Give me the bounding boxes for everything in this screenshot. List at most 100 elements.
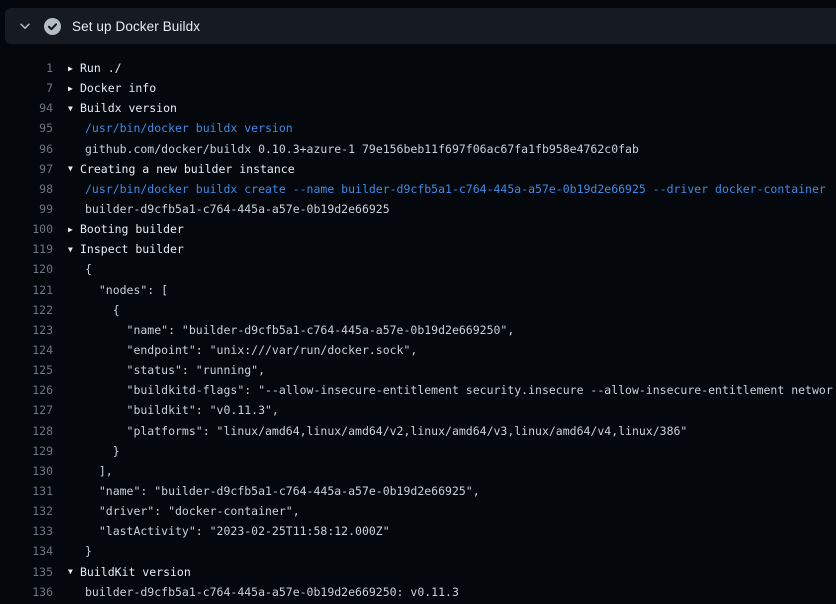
line-number[interactable]: 119: [0, 242, 53, 256]
log-line: 100 ▶ Booting builder: [0, 219, 836, 239]
log-line-content: "platforms": "linux/amd64,linux/amd64/v2…: [53, 424, 687, 438]
log-text: "name": "builder-d9cfb5a1-c764-445a-a57e…: [85, 323, 514, 337]
log-line-content: "lastActivity": "2023-02-25T11:58:12.000…: [53, 524, 390, 538]
log-text: "driver": "docker-container",: [85, 504, 300, 518]
log-text[interactable]: Buildx version: [80, 101, 177, 115]
line-number[interactable]: 97: [0, 162, 53, 176]
log-text[interactable]: BuildKit version: [80, 565, 191, 579]
line-number[interactable]: 130: [0, 464, 53, 478]
line-number[interactable]: 121: [0, 283, 53, 297]
check-circle-icon: [44, 18, 61, 35]
log-text[interactable]: Run ./: [80, 61, 122, 75]
group-collapsed-icon[interactable]: ▶: [68, 225, 80, 234]
log-line-content: "buildkitd-flags": "--allow-insecure-ent…: [53, 383, 833, 397]
log-text: ],: [85, 464, 113, 478]
group-expanded-icon[interactable]: ▼: [68, 567, 80, 576]
line-number[interactable]: 99: [0, 202, 53, 216]
log-line-content: "nodes": [: [53, 283, 168, 297]
log-text[interactable]: Docker info: [80, 81, 156, 95]
log-line: 123 "name": "builder-d9cfb5a1-c764-445a-…: [0, 320, 836, 340]
log-line-content: builder-d9cfb5a1-c764-445a-a57e-0b19d2e6…: [53, 202, 390, 216]
log-line-content: {: [53, 303, 120, 317]
log-line-content: {: [53, 262, 92, 276]
log-line: 133 "lastActivity": "2023-02-25T11:58:12…: [0, 521, 836, 541]
log-text[interactable]: Booting builder: [80, 222, 184, 236]
line-number[interactable]: 132: [0, 504, 53, 518]
log-line: 135 ▼ BuildKit version: [0, 562, 836, 582]
log-text: "endpoint": "unix:///var/run/docker.sock…: [85, 343, 417, 357]
log-line-content: ▼ Creating a new builder instance: [53, 162, 295, 176]
line-number[interactable]: 135: [0, 565, 53, 579]
group-collapsed-icon[interactable]: ▶: [68, 64, 80, 73]
log-line-content: "name": "builder-d9cfb5a1-c764-445a-a57e…: [53, 484, 480, 498]
log-line: 95 /usr/bin/docker buildx version: [0, 118, 836, 138]
log-line-content: }: [53, 544, 92, 558]
line-number[interactable]: 134: [0, 544, 53, 558]
log-line: 122 {: [0, 300, 836, 320]
log-line: 99 builder-d9cfb5a1-c764-445a-a57e-0b19d…: [0, 199, 836, 219]
log-text[interactable]: Creating a new builder instance: [80, 162, 295, 176]
line-number[interactable]: 1: [0, 61, 53, 75]
line-number[interactable]: 94: [0, 101, 53, 115]
chevron-down-icon[interactable]: [15, 16, 35, 36]
log-text: builder-d9cfb5a1-c764-445a-a57e-0b19d2e6…: [85, 202, 390, 216]
log-line: 134 }: [0, 541, 836, 561]
log-line: 124 "endpoint": "unix:///var/run/docker.…: [0, 340, 836, 360]
line-number[interactable]: 98: [0, 182, 53, 196]
log-line: 96 github.com/docker/buildx 0.10.3+azure…: [0, 139, 836, 159]
log-line-content: builder-d9cfb5a1-c764-445a-a57e-0b19d2e6…: [53, 585, 459, 599]
line-number[interactable]: 131: [0, 484, 53, 498]
line-number[interactable]: 120: [0, 262, 53, 276]
log-line: 126 "buildkitd-flags": "--allow-insecure…: [0, 380, 836, 400]
line-number[interactable]: 136: [0, 585, 53, 599]
log-text: builder-d9cfb5a1-c764-445a-a57e-0b19d2e6…: [85, 585, 459, 599]
log-line-content: "status": "running",: [53, 363, 265, 377]
log-text: "buildkit": "v0.11.3",: [85, 403, 279, 417]
log-text: "buildkitd-flags": "--allow-insecure-ent…: [85, 383, 833, 397]
step-header[interactable]: Set up Docker Buildx: [5, 8, 836, 44]
line-number[interactable]: 129: [0, 444, 53, 458]
log-console[interactable]: 1 ▶ Run ./ 7 ▶ Docker info 94 ▼ Buildx v…: [0, 44, 836, 604]
log-line: 129 }: [0, 441, 836, 461]
log-text: "name": "builder-d9cfb5a1-c764-445a-a57e…: [85, 484, 480, 498]
line-number[interactable]: 133: [0, 524, 53, 538]
line-number[interactable]: 126: [0, 383, 53, 397]
log-line-content: "endpoint": "unix:///var/run/docker.sock…: [53, 343, 417, 357]
log-line-content: ▶ Docker info: [53, 81, 156, 95]
log-text[interactable]: Inspect builder: [80, 242, 184, 256]
log-line-content: ▼ BuildKit version: [53, 565, 191, 579]
log-text: "status": "running",: [85, 363, 265, 377]
line-number[interactable]: 96: [0, 142, 53, 156]
group-expanded-icon[interactable]: ▼: [68, 164, 80, 173]
log-line: 1 ▶ Run ./: [0, 58, 836, 78]
log-line: 120 {: [0, 259, 836, 279]
log-line-content: "name": "builder-d9cfb5a1-c764-445a-a57e…: [53, 323, 514, 337]
line-number[interactable]: 100: [0, 222, 53, 236]
group-expanded-icon[interactable]: ▼: [68, 245, 80, 254]
log-text: "nodes": [: [85, 283, 168, 297]
step-title: Set up Docker Buildx: [72, 19, 200, 34]
log-line: 119 ▼ Inspect builder: [0, 239, 836, 259]
line-number[interactable]: 122: [0, 303, 53, 317]
line-number[interactable]: 124: [0, 343, 53, 357]
line-number[interactable]: 7: [0, 81, 53, 95]
log-line: 98 /usr/bin/docker buildx create --name …: [0, 179, 836, 199]
line-number[interactable]: 123: [0, 323, 53, 337]
line-number[interactable]: 128: [0, 424, 53, 438]
log-line: 128 "platforms": "linux/amd64,linux/amd6…: [0, 421, 836, 441]
log-line-content: "driver": "docker-container",: [53, 504, 300, 518]
group-collapsed-icon[interactable]: ▶: [68, 84, 80, 93]
log-line: 121 "nodes": [: [0, 280, 836, 300]
log-text: /usr/bin/docker buildx version: [85, 121, 293, 135]
log-line: 131 "name": "builder-d9cfb5a1-c764-445a-…: [0, 481, 836, 501]
group-expanded-icon[interactable]: ▼: [68, 104, 80, 113]
log-line: 130 ],: [0, 461, 836, 481]
line-number[interactable]: 95: [0, 121, 53, 135]
log-line-content: ▶ Booting builder: [53, 222, 184, 236]
line-number[interactable]: 127: [0, 403, 53, 417]
log-text: "lastActivity": "2023-02-25T11:58:12.000…: [85, 524, 390, 538]
log-line: 132 "driver": "docker-container",: [0, 501, 836, 521]
log-line: 94 ▼ Buildx version: [0, 98, 836, 118]
line-number[interactable]: 125: [0, 363, 53, 377]
log-line-content: }: [53, 444, 120, 458]
